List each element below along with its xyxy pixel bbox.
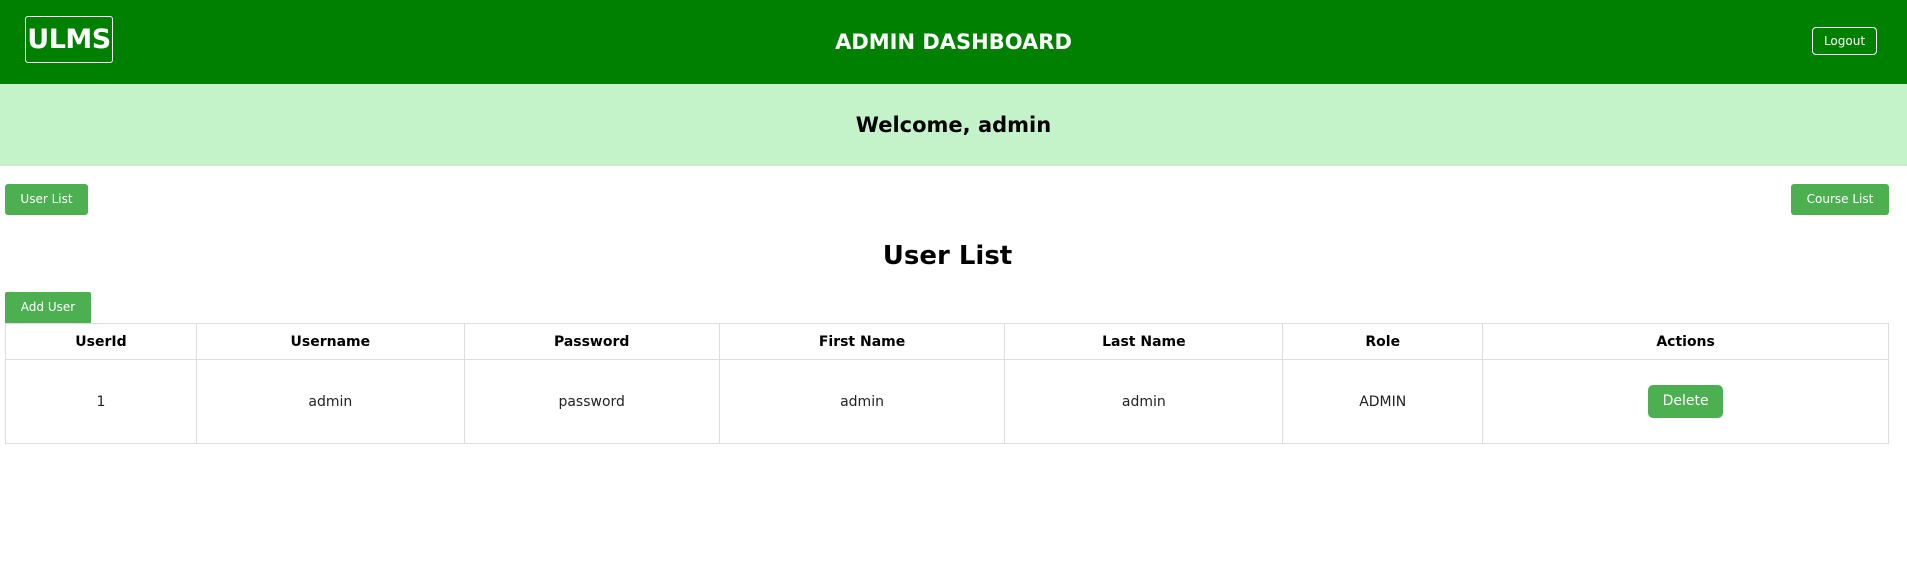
- cell-role: ADMIN: [1282, 359, 1484, 444]
- page-title: ADMIN DASHBOARD: [835, 30, 1072, 54]
- column-header-actions: Actions: [1482, 323, 1889, 360]
- cell-userid: 1: [5, 359, 197, 444]
- delete-button[interactable]: Delete: [1648, 385, 1724, 418]
- top-navbar: ULMS ADMIN DASHBOARD Logout: [0, 0, 1907, 84]
- add-user-button[interactable]: Add User: [5, 292, 91, 323]
- column-header-role: Role: [1282, 323, 1484, 360]
- column-header-userid: UserId: [5, 323, 197, 360]
- cell-username: admin: [195, 359, 465, 444]
- column-header-last-name: Last Name: [1004, 323, 1284, 360]
- column-header-username: Username: [195, 323, 465, 360]
- logout-button[interactable]: Logout: [1812, 27, 1877, 55]
- logo[interactable]: ULMS: [25, 16, 113, 63]
- cell-actions: Delete: [1482, 359, 1889, 444]
- cell-password: password: [463, 359, 720, 444]
- cell-last-name: admin: [1004, 359, 1284, 444]
- course-list-button[interactable]: Course List: [1791, 184, 1889, 215]
- table-header-row: UserId Username Password First Name Last…: [5, 323, 1889, 360]
- section-title: User List: [882, 241, 1013, 271]
- cell-first-name: admin: [718, 359, 1006, 444]
- user-list-button[interactable]: User List: [5, 184, 88, 215]
- welcome-banner: Welcome, admin: [0, 84, 1907, 166]
- column-header-password: Password: [463, 323, 720, 360]
- table-row: 1 admin password admin admin ADMIN Delet…: [5, 359, 1889, 444]
- column-header-first-name: First Name: [718, 323, 1006, 360]
- user-table: UserId Username Password First Name Last…: [5, 323, 1889, 444]
